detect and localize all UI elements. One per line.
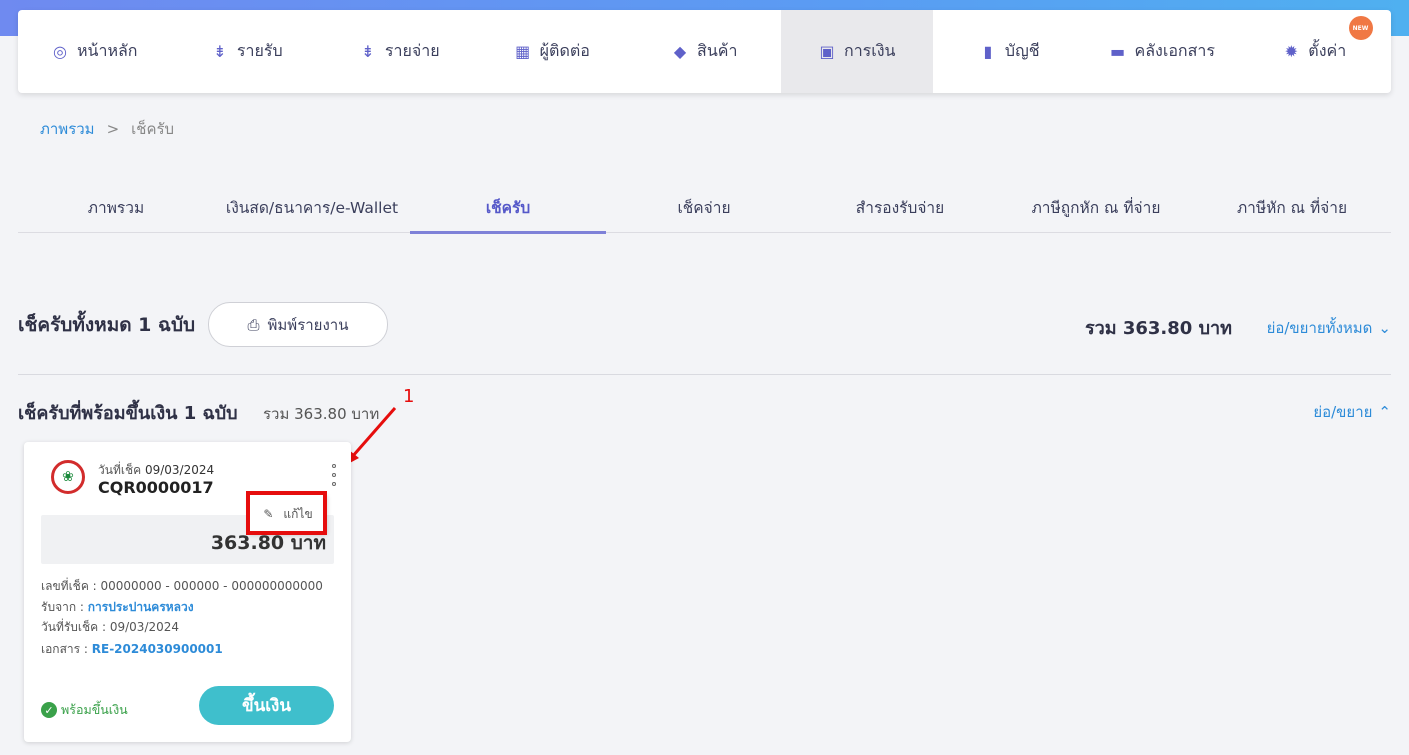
annotation-number-1: 1 (403, 386, 415, 407)
edit-menu-item[interactable]: ✎ แก้ไข (249, 494, 327, 534)
ready-status: ✓ พร้อมขึ้นเงิน (41, 700, 128, 720)
tab-petty-cash[interactable]: สำรองรับจ่าย (802, 186, 998, 232)
breadcrumb-current: เช็ครับ (131, 120, 175, 138)
nav-item-home[interactable]: ◎ หน้าหลัก (18, 10, 171, 93)
received-from-label: รับจาก : (41, 600, 88, 614)
dashboard-icon: ◎ (53, 42, 67, 61)
cheque-number-line: เลขที่เช็ค : 00000000 - 000000 - 0000000… (41, 579, 323, 593)
nav-item-label: ตั้งค่า (1308, 41, 1347, 60)
collapse-all-toggle[interactable]: ย่อ/ขยายทั้งหมด ⌄ (1267, 316, 1391, 340)
nav-item-accounting[interactable]: ▮ บัญชี (933, 10, 1086, 93)
contacts-icon: ▦ (515, 42, 531, 61)
print-report-button[interactable]: ⎙ พิมพ์รายงาน (208, 302, 388, 347)
nav-item-label: หน้าหลัก (76, 41, 138, 60)
nav-item-contacts[interactable]: ▦ ผู้ติดต่อ (476, 10, 629, 93)
collapse-all-label: ย่อ/ขยายทั้งหมด (1266, 319, 1373, 337)
tab-overview[interactable]: ภาพรวม (18, 186, 214, 232)
received-from-line: รับจาก : การประปานครหลวง (41, 598, 194, 617)
nav-item-label: บัญชี (1004, 41, 1040, 60)
money-icon: ▣ (819, 42, 835, 61)
summary-total: รวม 363.80 บาท (1084, 318, 1232, 339)
breadcrumb-separator: > (106, 120, 120, 138)
group-toggle-label: ย่อ/ขยาย (1313, 403, 1373, 421)
printer-icon: ⎙ (247, 315, 260, 334)
breadcrumb-overview-link[interactable]: ภาพรวม (40, 117, 95, 141)
section-divider (18, 374, 1391, 375)
nav-item-label: สินค้า (697, 41, 738, 60)
tab-cheque-paid[interactable]: เช็คจ่าย (606, 186, 802, 232)
nav-item-label: ผู้ติดต่อ (539, 41, 590, 60)
check-circle-icon: ✓ (41, 702, 57, 718)
print-report-label: พิมพ์รายงาน (267, 315, 349, 334)
chevron-down-icon: ⌄ (1378, 319, 1391, 337)
nav-item-label: รายจ่าย (384, 41, 440, 60)
nav-item-label: การเงิน (844, 41, 896, 60)
income-icon: ⇟ (213, 42, 227, 61)
document-label: เอกสาร : (41, 642, 92, 656)
chevron-up-icon: ⌃ (1378, 403, 1391, 421)
summary-title: เช็ครับทั้งหมด 1 ฉบับ (18, 314, 196, 336)
cheque-number: CQR0000017 (98, 478, 214, 497)
check-date-value: 09/03/2024 (144, 463, 215, 477)
breadcrumb: ภาพรวม > เช็ครับ (40, 117, 174, 141)
expense-icon: ⇟ (361, 42, 375, 61)
ready-status-label: พร้อมขึ้นเงิน (61, 702, 128, 717)
nav-item-finance[interactable]: ▣ การเงิน (780, 10, 933, 93)
gear-icon: ✹ (1284, 42, 1298, 61)
nav-item-products[interactable]: ◆ สินค้า (628, 10, 781, 93)
nav-item-settings[interactable]: ✹ ตั้งค่า NEW (1238, 10, 1391, 93)
tab-cheque-received[interactable]: เช็ครับ (410, 186, 606, 234)
finance-subtabs: ภาพรวม เงินสด/ธนาคาร/e-Wallet เช็ครับ เช… (18, 186, 1391, 234)
tab-cash-bank-ewallet[interactable]: เงินสด/ธนาคาร/e-Wallet (214, 186, 410, 232)
cash-cheque-button[interactable]: ขึ้นเงิน (199, 686, 334, 725)
edit-icon: ✎ (263, 507, 274, 521)
nav-item-expense[interactable]: ⇟ รายจ่าย (323, 10, 476, 93)
main-navbar: ◎ หน้าหลัก ⇟ รายรับ ⇟ รายจ่าย ▦ ผู้ติดต่… (18, 10, 1391, 93)
check-date-label: วันที่เช็ค (98, 463, 142, 477)
bank-logo-icon: ❀ (51, 460, 85, 494)
received-from-link[interactable]: การประปานครหลวง (88, 600, 194, 614)
document-line: เอกสาร : RE-2024030900001 (41, 640, 223, 659)
edit-label: แก้ไข (283, 506, 313, 521)
group-title: เช็ครับที่พร้อมขึ้นเงิน 1 ฉบับ (18, 403, 238, 424)
tab-withholding-tax[interactable]: ภาษีหัก ณ ที่จ่าย (1194, 186, 1390, 232)
new-badge: NEW (1348, 16, 1373, 40)
product-box-icon: ◆ (673, 42, 687, 61)
document-link[interactable]: RE-2024030900001 (92, 642, 223, 656)
cheque-card: ❀ วันที่เช็ค 09/03/2024 CQR0000017 363.8… (24, 442, 351, 742)
ledger-book-icon: ▮ (983, 42, 993, 61)
nav-item-label: รายรับ (236, 41, 283, 60)
received-date-line: วันที่รับเช็ค : 09/03/2024 (41, 620, 180, 634)
nav-item-label: คลังเอกสาร (1134, 41, 1215, 60)
group-collapse-toggle[interactable]: ย่อ/ขยาย ⌃ (1313, 400, 1391, 424)
nav-item-income[interactable]: ⇟ รายรับ (171, 10, 324, 93)
tab-withheld-tax[interactable]: ภาษีถูกหัก ณ ที่จ่าย (998, 186, 1194, 232)
folder-icon: ▬ (1109, 42, 1126, 61)
more-options-icon[interactable] (330, 464, 338, 486)
nav-item-documents[interactable]: ▬ คลังเอกสาร (1086, 10, 1239, 93)
